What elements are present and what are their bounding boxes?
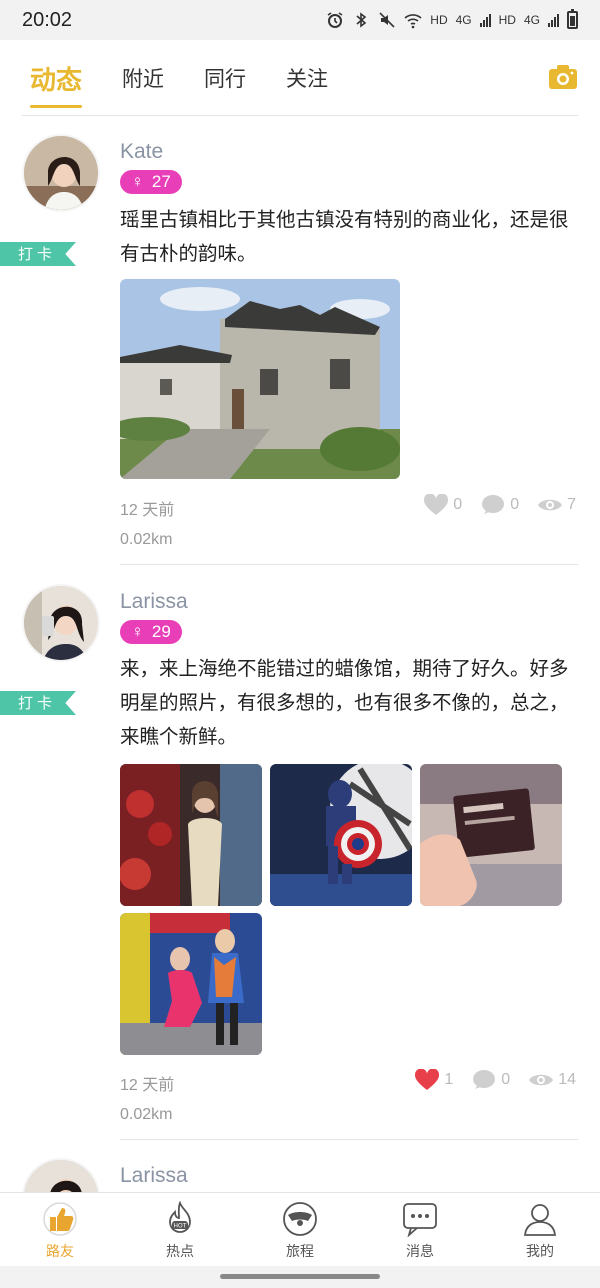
post-time: 12 天前 bbox=[120, 502, 175, 519]
nav-label: 消息 bbox=[406, 1244, 434, 1260]
female-icon: ♀ bbox=[131, 172, 144, 191]
comment-button[interactable]: 0 bbox=[471, 1069, 510, 1091]
username[interactable]: Kate bbox=[120, 140, 163, 164]
post-photo[interactable] bbox=[270, 764, 412, 906]
checkin-tag: 打卡 bbox=[0, 242, 76, 266]
nav-friends[interactable]: 路友 bbox=[0, 1193, 120, 1266]
tab-dynamics[interactable]: 动态 bbox=[30, 40, 83, 116]
network-label-2: 4G bbox=[523, 13, 540, 27]
battery-icon bbox=[567, 9, 578, 29]
view-stat: 7 bbox=[537, 496, 576, 514]
nav-label: 旅程 bbox=[286, 1244, 314, 1260]
like-count: 0 bbox=[453, 496, 463, 513]
alarm-icon bbox=[327, 12, 343, 28]
post-photo[interactable] bbox=[120, 279, 400, 479]
bottom-nav: 路友 HOT 热点 旅程 消息 我的 bbox=[0, 1192, 600, 1266]
comment-button[interactable]: 0 bbox=[480, 494, 519, 516]
status-icons: HD 4G HD 4G bbox=[326, 9, 578, 29]
post-time: 12 天前 bbox=[120, 1077, 175, 1094]
nav-label: 路友 bbox=[46, 1244, 74, 1260]
comment-icon bbox=[482, 495, 505, 514]
avatar[interactable] bbox=[22, 134, 100, 212]
post-stats: 1 0 14 bbox=[414, 1069, 576, 1091]
nav-profile[interactable]: 我的 bbox=[480, 1193, 600, 1266]
signal-icon-2 bbox=[548, 13, 559, 27]
post-stats: 0 0 7 bbox=[423, 494, 576, 516]
eye-icon bbox=[538, 499, 563, 511]
comment-icon bbox=[473, 1070, 496, 1089]
svg-text:HOT: HOT bbox=[174, 1223, 187, 1230]
nav-messages[interactable]: 消息 bbox=[360, 1193, 480, 1266]
journey-icon bbox=[283, 1202, 317, 1236]
eye-icon bbox=[529, 1074, 554, 1086]
header-divider bbox=[22, 115, 578, 116]
post-divider bbox=[120, 1139, 578, 1140]
hd-label-1: HD bbox=[430, 13, 448, 27]
home-indicator[interactable] bbox=[0, 1266, 600, 1288]
post-text: 瑶里古镇相比于其他古镇没有特别的商业化，还是很有古朴的韵味。 bbox=[120, 208, 569, 265]
tab-nearby[interactable]: 附近 bbox=[122, 40, 164, 116]
top-tab-bar: 动态 附近 同行 关注 bbox=[0, 40, 600, 116]
post-distance: 0.02km bbox=[120, 531, 173, 548]
avatar[interactable] bbox=[22, 584, 100, 662]
age-value: 27 bbox=[151, 172, 171, 191]
post-divider bbox=[120, 564, 578, 565]
post-distance: 0.02km bbox=[120, 1106, 173, 1123]
post-photo[interactable] bbox=[420, 764, 562, 906]
post-text: 来，来上海绝不能错过的蜡像馆，期待了好久。好多明星的照片，有很多想的，也有很多不… bbox=[120, 657, 569, 748]
nav-journey[interactable]: 旅程 bbox=[240, 1193, 360, 1266]
gender-age-badge: ♀ 29 bbox=[120, 620, 182, 644]
profile-icon bbox=[523, 1204, 557, 1236]
signal-icon bbox=[479, 13, 491, 27]
camera-icon[interactable] bbox=[548, 64, 578, 90]
female-icon: ♀ bbox=[131, 622, 144, 641]
tab-companions[interactable]: 同行 bbox=[204, 40, 246, 116]
heart-icon bbox=[424, 494, 449, 515]
nav-hot[interactable]: HOT 热点 bbox=[120, 1193, 240, 1266]
hot-flame-icon: HOT bbox=[169, 1201, 191, 1233]
network-label-1: 4G bbox=[455, 13, 472, 27]
view-stat: 14 bbox=[528, 1071, 576, 1089]
bluetooth-icon bbox=[356, 12, 367, 28]
nav-label: 我的 bbox=[526, 1244, 554, 1260]
status-bar: 20:02 HD 4G HD 4G bbox=[0, 0, 600, 40]
username[interactable]: Larissa bbox=[120, 1164, 188, 1188]
like-count: 1 bbox=[444, 1071, 454, 1088]
hd-label-2: HD bbox=[498, 13, 516, 27]
wifi-icon bbox=[404, 14, 422, 29]
checkin-tag: 打卡 bbox=[0, 691, 76, 715]
message-icon bbox=[403, 1203, 437, 1237]
comment-count: 0 bbox=[501, 1071, 511, 1088]
gender-age-badge: ♀ 27 bbox=[120, 170, 182, 194]
thumbs-up-icon bbox=[43, 1202, 77, 1236]
like-button[interactable]: 1 bbox=[414, 1069, 453, 1091]
mute-icon bbox=[379, 12, 395, 28]
username[interactable]: Larissa bbox=[120, 590, 188, 614]
like-button[interactable]: 0 bbox=[423, 494, 462, 516]
nav-label: 热点 bbox=[166, 1244, 194, 1260]
age-value: 29 bbox=[151, 622, 171, 641]
status-time: 20:02 bbox=[22, 8, 73, 31]
comment-count: 0 bbox=[510, 496, 520, 513]
view-count: 14 bbox=[558, 1071, 576, 1088]
heart-icon bbox=[415, 1069, 440, 1090]
tab-following[interactable]: 关注 bbox=[286, 40, 328, 116]
post-photo[interactable] bbox=[120, 764, 262, 906]
post-photo[interactable] bbox=[120, 913, 262, 1055]
view-count: 7 bbox=[567, 496, 576, 513]
